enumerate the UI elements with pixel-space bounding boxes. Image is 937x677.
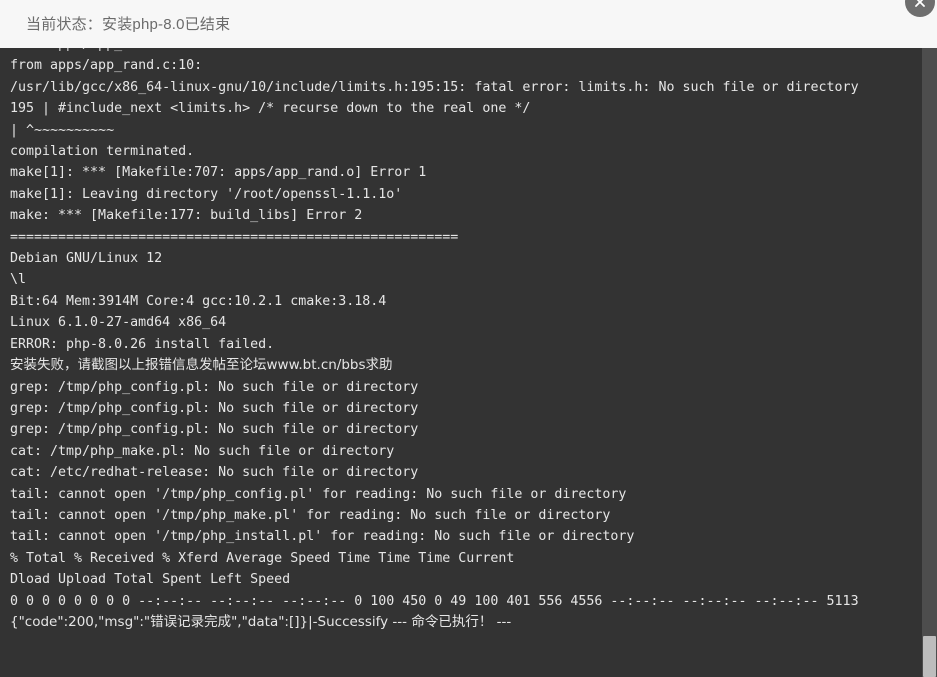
terminal-line: tail: cannot open '/tmp/php_make.pl' for… [10,507,611,523]
terminal-line: cat: /etc/redhat-release: No such file o… [10,465,419,481]
terminal-line: ERROR: php-8.0.26 install failed. [10,336,275,352]
terminal-log-lines: from apps/app_rand.c:10:from apps/app_ra… [0,48,922,633]
terminal-line: tail: cannot open '/tmp/php_config.pl' f… [10,486,627,502]
terminal-line: | ^~~~~~~~~~~ [10,122,115,138]
current-status-label: 当前状态：安装php-8.0已结束 [26,16,231,33]
terminal-line: /usr/lib/gcc/x86_64-linux-gnu/10/include… [10,79,859,95]
terminal-line: 安装失败，请截图以上报错信息发帖至论坛www.bt.cn/bbs求助 [10,357,393,374]
status-header: 当前状态：安装php-8.0已结束 [0,0,937,48]
terminal-line: {"code":200,"msg":"错误记录完成","data":[]}|-S… [10,613,512,630]
terminal-line: 0 0 0 0 0 0 0 0 --:--:-- --:--:-- --:--:… [10,593,859,609]
terminal-line: % Total % Received % Xferd Average Speed… [10,550,515,566]
terminal-output-panel[interactable]: from apps/app_rand.c:10:from apps/app_ra… [0,48,937,677]
terminal-line: Bit:64 Mem:3914M Core:4 gcc:10.2.1 cmake… [10,293,387,309]
terminal-line: Dload Upload Total Spent Left Speed [10,572,291,588]
terminal-line: from apps/app_rand.c:10: [10,58,203,74]
terminal-line: cat: /tmp/php_make.pl: No such file or d… [10,443,395,459]
terminal-line: make: *** [Makefile:177: build_libs] Err… [10,208,363,224]
terminal-line: Linux 6.1.0-27-amd64 x86_64 [10,315,227,331]
terminal-line: \l [10,272,27,288]
terminal-line: 195 | #include_next <limits.h> /* recurs… [10,101,531,117]
terminal-line: tail: cannot open '/tmp/php_install.pl' … [10,529,635,545]
terminal-line: grep: /tmp/php_config.pl: No such file o… [10,379,419,395]
terminal-line: grep: /tmp/php_config.pl: No such file o… [10,422,419,438]
terminal-line: ========================================… [10,229,459,245]
terminal-line: from apps/app_rand.c:10: [10,48,922,55]
installation-status-window: 当前状态：安装php-8.0已结束 from apps/app_rand.c:1… [0,0,937,677]
terminal-line: grep: /tmp/php_config.pl: No such file o… [10,400,419,416]
terminal-line: Debian GNU/Linux 12 [10,251,163,267]
terminal-line: make[1]: Leaving directory '/root/openss… [10,186,403,202]
terminal-scrollbar[interactable] [922,48,937,677]
terminal-line: make[1]: *** [Makefile:707: apps/app_ran… [10,165,427,181]
terminal-line: compilation terminated. [10,144,195,160]
scrollbar-thumb[interactable] [923,636,936,677]
